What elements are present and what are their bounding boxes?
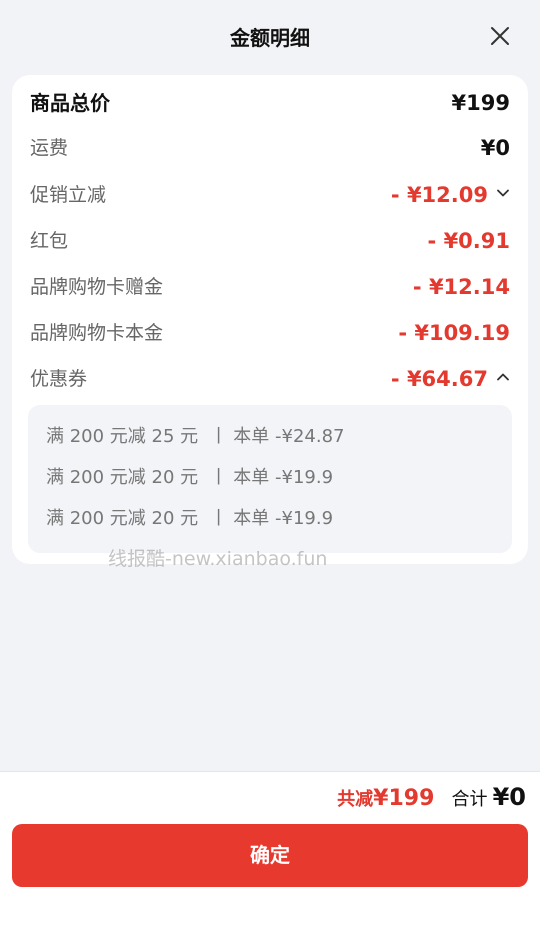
shipping-value: ¥0 <box>480 136 510 160</box>
grand-total-value: ¥0 <box>492 783 526 811</box>
page-title: 金额明细 <box>230 26 310 50</box>
gift-card-bonus-value: - ¥12.14 <box>412 275 510 299</box>
chevron-down-icon[interactable] <box>496 186 510 200</box>
row-gift-card-principal: 品牌购物卡本金 - ¥109.19 <box>30 318 510 348</box>
price-summary: 共减¥199 合计 ¥0 <box>337 782 526 815</box>
total-reduce-label: 共减 <box>337 789 374 810</box>
red-packet-label: 红包 <box>30 230 69 252</box>
footer-bar: 共减¥199 合计 ¥0 确定 <box>0 771 540 941</box>
row-red-packet: 红包 - ¥0.91 <box>30 226 510 256</box>
confirm-button[interactable]: 确定 <box>12 824 528 887</box>
total-label: 商品总价 <box>30 91 110 115</box>
coupon-item: 满 200 元减 20 元 丨 本单 -¥19.9 <box>46 508 334 529</box>
promotion-value-wrap: - ¥12.09 <box>391 180 510 210</box>
row-coupon[interactable]: 优惠券 - ¥64.67 <box>30 364 510 394</box>
row-gift-card-bonus: 品牌购物卡赠金 - ¥12.14 <box>30 272 510 302</box>
red-packet-value: - ¥0.91 <box>427 229 510 253</box>
modal-header: 金额明细 <box>0 0 540 75</box>
close-icon <box>491 27 509 45</box>
watermark: 线报酷-new.xianbao.fun <box>108 548 328 570</box>
grand-total-label: 合计 <box>451 789 488 810</box>
promotion-label: 促销立减 <box>30 184 107 206</box>
coupon-value-wrap: - ¥64.67 <box>391 364 510 394</box>
gift-card-bonus-label: 品牌购物卡赠金 <box>30 276 164 298</box>
shipping-label: 运费 <box>30 137 69 159</box>
row-total: 商品总价 ¥199 <box>30 88 510 118</box>
row-promotion[interactable]: 促销立减 - ¥12.09 <box>30 180 510 210</box>
close-button[interactable] <box>488 24 512 48</box>
coupon-value: - ¥64.67 <box>390 367 488 391</box>
gift-card-principal-label: 品牌购物卡本金 <box>30 322 164 344</box>
coupon-item: 满 200 元减 25 元 丨 本单 -¥24.87 <box>46 426 345 447</box>
coupon-item: 满 200 元减 20 元 丨 本单 -¥19.9 <box>46 467 334 488</box>
coupon-detail-box: 满 200 元减 25 元 丨 本单 -¥24.87 满 200 元减 20 元… <box>28 405 512 553</box>
promotion-value: - ¥12.09 <box>390 183 488 207</box>
total-reduce-value: ¥199 <box>373 786 435 811</box>
price-detail-card: 商品总价 ¥199 运费 ¥0 促销立减 - ¥12.09 红包 - ¥0.91… <box>12 75 528 564</box>
chevron-up-icon[interactable] <box>496 370 510 384</box>
coupon-label: 优惠券 <box>30 368 88 390</box>
gift-card-principal-value: - ¥109.19 <box>398 321 510 345</box>
row-shipping: 运费 ¥0 <box>30 133 510 163</box>
total-value: ¥199 <box>451 91 510 115</box>
